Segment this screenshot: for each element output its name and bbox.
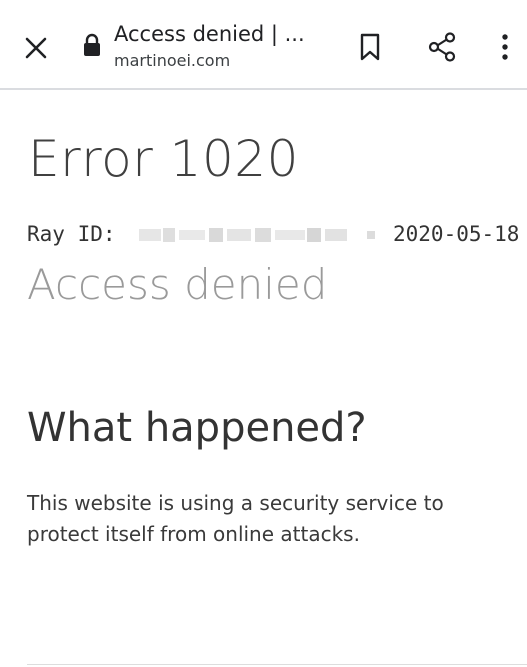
share-button[interactable] xyxy=(420,26,464,68)
share-icon xyxy=(428,32,456,62)
page-content: Error 1020 Ray ID: 2020-05-18 Access den… xyxy=(0,90,527,667)
ray-id-redacted xyxy=(139,228,375,242)
tab-title-area[interactable]: Access denied | ... martinoei.com xyxy=(114,20,324,72)
access-denied-subtitle: Access denied xyxy=(27,260,328,309)
close-icon xyxy=(25,37,47,59)
ray-date: 2020-05-18 xyxy=(393,222,520,246)
custom-tab-toolbar: Access denied | ... martinoei.com xyxy=(0,0,527,90)
error-title: Error 1020 xyxy=(28,130,299,188)
explanation-text: This website is using a security service… xyxy=(27,491,444,546)
lock-icon xyxy=(84,33,100,56)
section-divider xyxy=(27,664,527,665)
ray-id-label: Ray ID: xyxy=(27,222,116,246)
page-tab-title: Access denied | ... xyxy=(114,22,305,46)
close-button[interactable] xyxy=(16,28,56,68)
bookmark-icon xyxy=(360,33,380,61)
more-vert-icon xyxy=(502,34,508,60)
bookmark-button[interactable] xyxy=(350,26,390,68)
more-options-button[interactable] xyxy=(488,26,522,68)
page-url: martinoei.com xyxy=(114,51,231,70)
what-happened-heading: What happened? xyxy=(27,405,367,451)
